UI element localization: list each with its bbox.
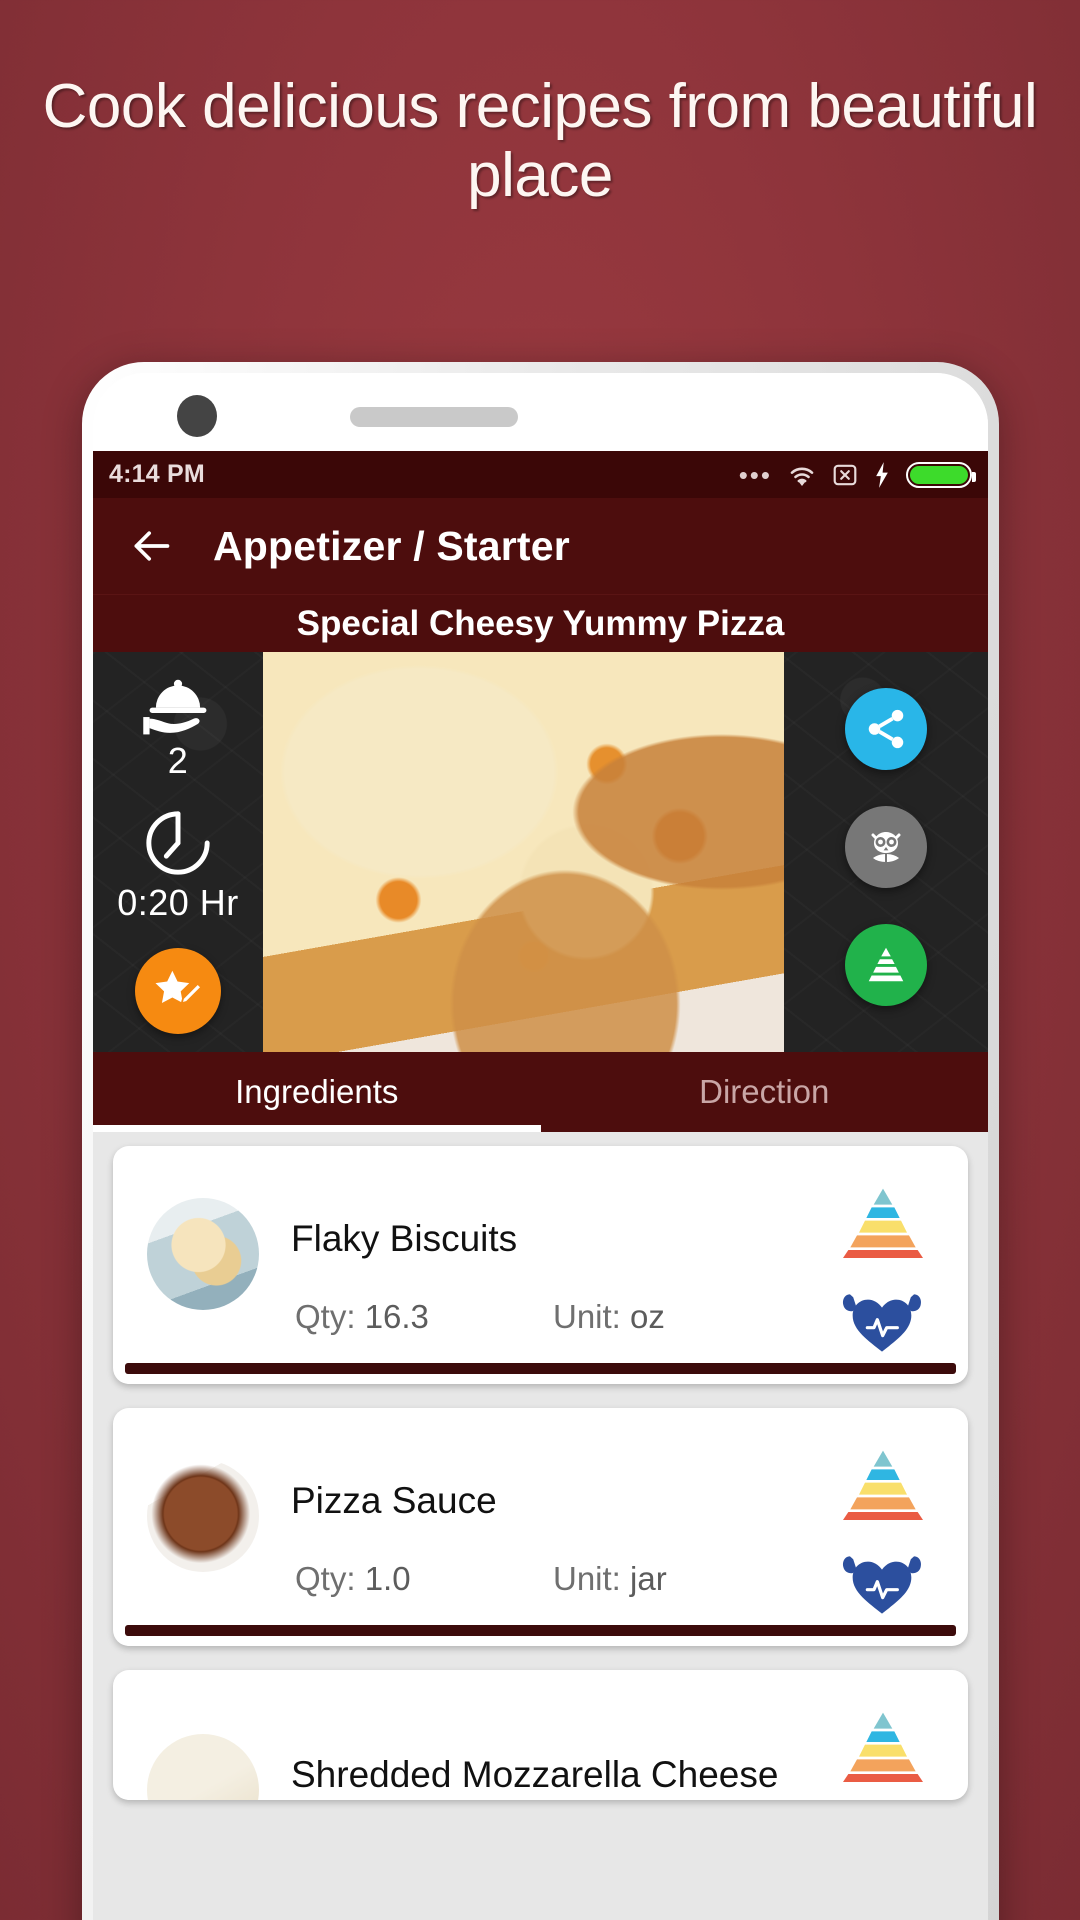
favorite-edit-button[interactable]: [135, 948, 221, 1034]
ingredient-unit: Unit: jar: [553, 1560, 667, 1598]
ingredient-name: Shredded Mozzarella Cheese: [291, 1754, 779, 1795]
food-pyramid-icon: [868, 947, 904, 982]
charging-bolt-icon: [876, 461, 888, 488]
servings-value: 2: [167, 740, 189, 781]
qty-value: 1.0: [364, 1560, 411, 1597]
food-pyramid-icon[interactable]: [842, 1448, 924, 1520]
unit-value: oz: [630, 1298, 665, 1335]
share-icon: [868, 709, 904, 749]
recipe-media-section: 2 0:20 Hr: [93, 652, 988, 1052]
qty-label: Qty:: [295, 1298, 356, 1335]
recipe-action-buttons: [784, 652, 988, 1052]
unit-label: Unit:: [553, 1560, 621, 1597]
tab-direction[interactable]: Direction: [541, 1052, 989, 1132]
ingredient-unit: Unit: oz: [553, 1298, 665, 1336]
food-pyramid-icon[interactable]: [842, 1186, 924, 1258]
star-edit-icon: [155, 970, 203, 1005]
promo-headline: Cook delicious recipes from beautiful pl…: [42, 72, 1038, 211]
section-tabs: Ingredients Direction: [93, 1052, 988, 1132]
ingredient-thumbnail: [147, 1198, 259, 1310]
status-icons: •••: [738, 459, 976, 490]
list-item[interactable]: Flaky Biscuits Qty: 16.3 Unit: oz: [113, 1146, 968, 1384]
recipe-title-bar: Special Cheesy Yummy Pizza: [93, 594, 988, 652]
tab-ingredients-label: Ingredients: [235, 1073, 399, 1110]
muscle-heart-icon[interactable]: [842, 1286, 922, 1356]
wifi-icon: [790, 467, 814, 486]
front-camera-icon: [177, 395, 217, 437]
qty-label: Qty:: [295, 1560, 356, 1597]
ingredient-name: Flaky Biscuits: [291, 1218, 518, 1259]
tab-direction-label: Direction: [699, 1073, 830, 1110]
recipe-meta-panel: 2 0:20 Hr: [93, 652, 263, 1052]
clock-icon: [146, 811, 210, 875]
list-item[interactable]: Shredded Mozzarella Cheese: [113, 1670, 968, 1800]
app-screen: 4:14 PM ••• Appetizer / Starter Special …: [93, 451, 988, 1920]
ingredient-thumbnail: [147, 1460, 259, 1572]
page-title: Appetizer / Starter: [213, 522, 570, 569]
phone-screen-frame: 4:14 PM ••• Appetizer / Starter Special …: [93, 373, 988, 1920]
recipe-title: Special Cheesy Yummy Pizza: [296, 603, 785, 643]
earpiece-speaker-icon: [350, 407, 518, 427]
status-bar: 4:14 PM •••: [93, 451, 988, 498]
unit-label: Unit:: [553, 1298, 621, 1335]
status-time: 4:14 PM: [109, 460, 205, 488]
phone-mockup: 4:14 PM ••• Appetizer / Starter Special …: [82, 362, 999, 1920]
nutrition-button[interactable]: [845, 924, 927, 1006]
phone-bezel-top: [93, 373, 988, 451]
serving-dome-icon: [143, 679, 207, 735]
app-bar: Appetizer / Starter: [93, 498, 988, 594]
share-button[interactable]: [845, 688, 927, 770]
ingredient-qty: Qty: 16.3: [295, 1298, 429, 1336]
muscle-heart-icon[interactable]: [842, 1548, 922, 1618]
ingredient-qty: Qty: 1.0: [295, 1560, 411, 1598]
more-dots-icon: •••: [738, 459, 772, 490]
qty-value: 16.3: [364, 1298, 429, 1335]
cook-time-value: 0:20 Hr: [117, 882, 239, 923]
battery-full-icon: [906, 461, 976, 488]
learn-button[interactable]: [845, 806, 927, 888]
tab-ingredients[interactable]: Ingredients: [93, 1052, 541, 1132]
owl-book-icon: [871, 832, 901, 862]
recipe-hero-image: [263, 652, 784, 1052]
card-accent-bar: [125, 1625, 956, 1636]
back-arrow-icon[interactable]: [129, 524, 173, 568]
list-item[interactable]: Pizza Sauce Qty: 1.0 Unit: jar: [113, 1408, 968, 1646]
card-accent-bar: [125, 1363, 956, 1374]
ingredient-thumbnail: [147, 1734, 259, 1800]
unit-value: jar: [630, 1560, 667, 1597]
no-sim-icon: [833, 464, 857, 485]
food-pyramid-icon[interactable]: [842, 1710, 924, 1782]
ingredient-list[interactable]: Flaky Biscuits Qty: 16.3 Unit: oz Pizza …: [93, 1132, 988, 1920]
ingredient-name: Pizza Sauce: [291, 1480, 497, 1521]
